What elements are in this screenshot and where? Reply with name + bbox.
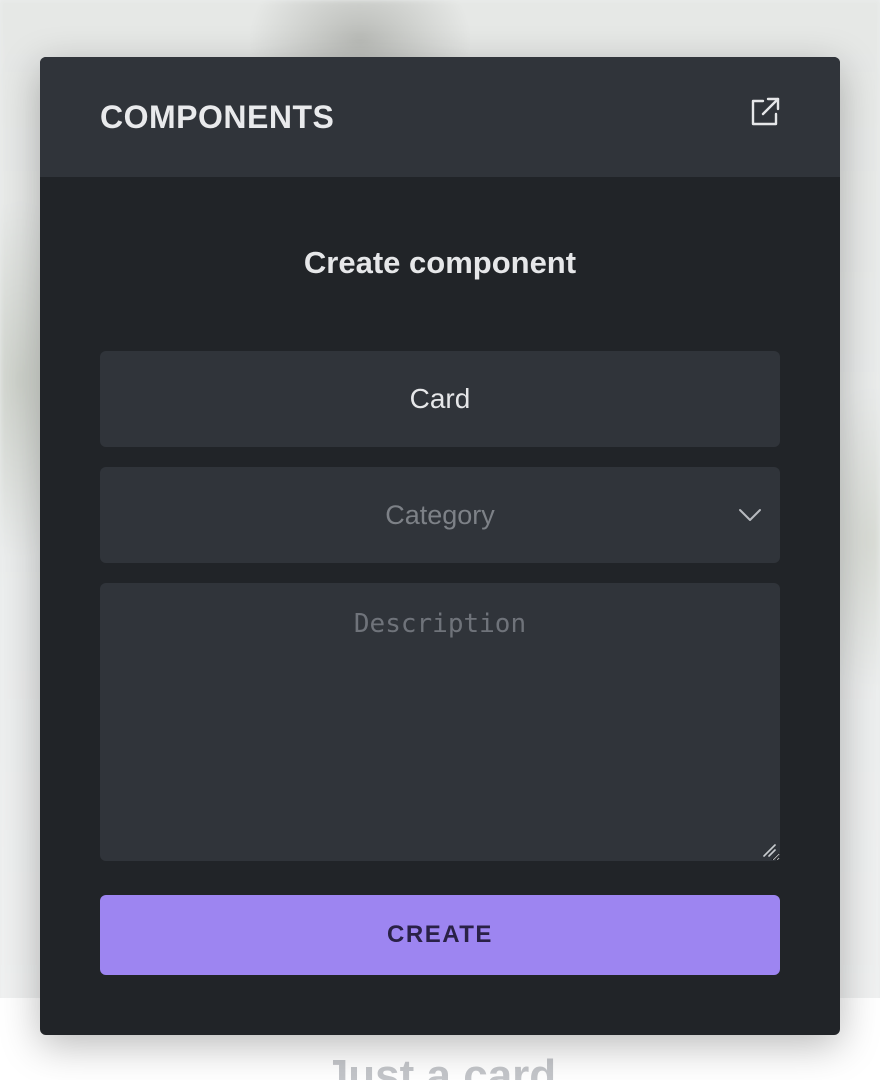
external-link-icon[interactable] bbox=[748, 95, 782, 129]
panel-header: COMPONENTS bbox=[40, 57, 840, 177]
form-heading: Create component bbox=[303, 245, 577, 280]
component-name-input[interactable] bbox=[100, 351, 780, 447]
category-select[interactable]: Category bbox=[100, 467, 780, 563]
panel-title: COMPONENTS bbox=[100, 99, 335, 135]
chevron-down-icon bbox=[738, 503, 762, 527]
create-button[interactable]: CREATE bbox=[100, 895, 780, 975]
category-placeholder: Category bbox=[385, 500, 495, 530]
description-textarea[interactable] bbox=[100, 583, 780, 861]
resize-grip-icon[interactable] bbox=[762, 843, 776, 857]
components-panel: COMPONENTS Create component Category CRE… bbox=[40, 57, 840, 1035]
background-card-title: Just a card bbox=[323, 1051, 557, 1080]
